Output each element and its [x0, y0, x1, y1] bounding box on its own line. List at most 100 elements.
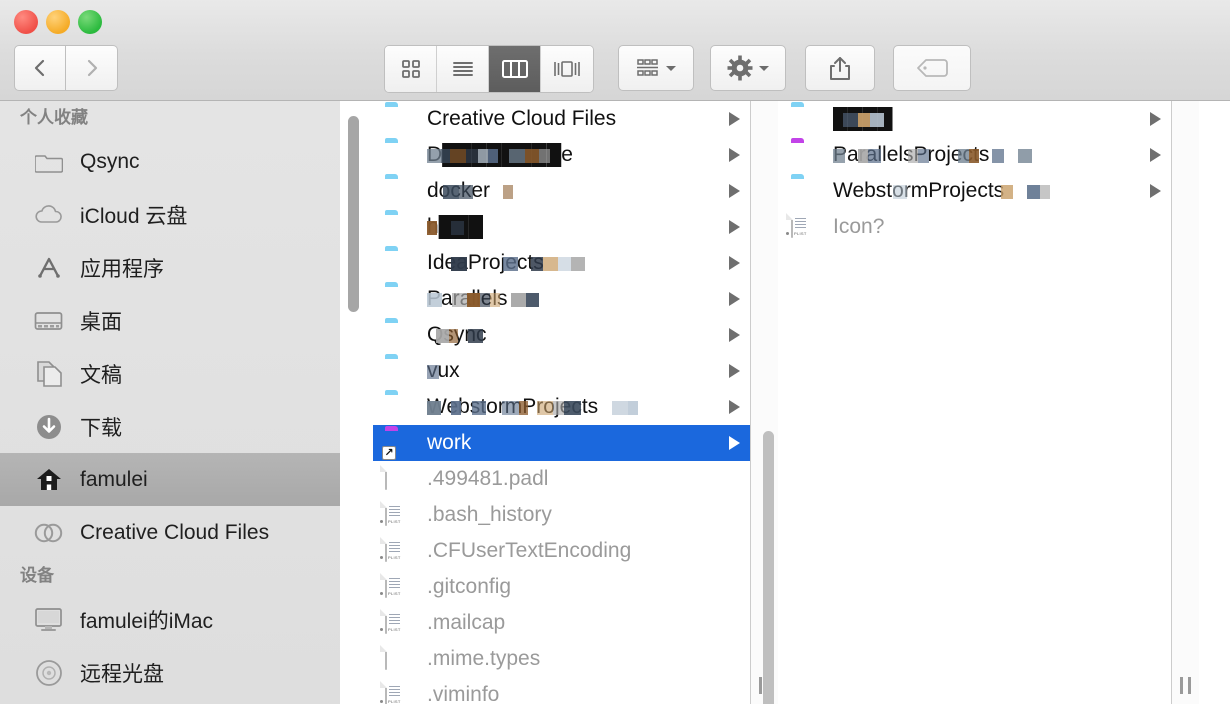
share-button[interactable]: [805, 45, 875, 91]
text-document-icon: PLIST: [380, 681, 415, 704]
redacted-name-overlay: [427, 361, 466, 383]
column-scrollbar[interactable]: [763, 431, 774, 704]
text-document-icon: PLIST: [380, 573, 415, 600]
redacted-name-overlay: [833, 145, 1044, 167]
alias-badge-icon: ↗: [382, 446, 396, 460]
disclosure-arrow-icon[interactable]: [729, 328, 740, 342]
item-name: .viminfo: [427, 683, 500, 704]
column-view: Creative Cloud Files D████████edockerh███…: [373, 101, 1230, 704]
column-row[interactable]: PLIST .CFUserTextEncoding: [373, 533, 750, 569]
column-row[interactable]: Qsync: [373, 317, 750, 353]
sidebar-item-famulei[interactable]: famulei: [0, 453, 340, 506]
disclosure-arrow-icon[interactable]: [729, 364, 740, 378]
column-row[interactable]: PLIST .gitconfig: [373, 569, 750, 605]
sidebar-item-downloads[interactable]: 下载: [0, 400, 340, 453]
column-row[interactable]: WebstormProjects: [373, 389, 750, 425]
back-button[interactable]: [14, 45, 66, 91]
column-row[interactable]: IdeaProjects: [373, 245, 750, 281]
navigation-buttons: [14, 45, 118, 91]
column-row[interactable]: ████: [779, 101, 1171, 137]
column-row[interactable]: .mime.types: [373, 641, 750, 677]
finder-window: 个人收藏 Qsync iCloud 云盘 应用程序 桌面 文稿 下载 famul…: [0, 0, 1230, 704]
item-name: Icon?: [833, 215, 885, 238]
sidebar-item-label: 远程光盘: [80, 662, 164, 686]
blank-document-icon: [385, 645, 415, 672]
view-mode-icon[interactable]: [385, 46, 437, 92]
sidebar-item-applications[interactable]: 应用程序: [0, 241, 340, 294]
sidebar-item-icloud-drive[interactable]: iCloud 云盘: [0, 188, 340, 241]
sidebar-item-remote-disc[interactable]: 远程光盘: [0, 646, 340, 699]
column-row[interactable]: PLIST .viminfo: [373, 677, 750, 704]
disclosure-arrow-icon[interactable]: [729, 256, 740, 270]
action-button[interactable]: [710, 45, 786, 91]
close-button[interactable]: [14, 10, 38, 34]
sidebar-group-title-devices: 设备: [20, 566, 54, 585]
disclosure-arrow-icon[interactable]: [729, 112, 740, 126]
redacted-name-overlay: [427, 217, 477, 239]
imac-icon: [34, 605, 64, 635]
column-row[interactable]: D████████e: [373, 137, 750, 173]
column-row[interactable]: PLIST .mailcap: [373, 605, 750, 641]
redacted-name-overlay: [833, 109, 884, 131]
forward-button[interactable]: [66, 45, 118, 91]
tag-icon: [917, 59, 948, 77]
column-row[interactable]: vux: [373, 353, 750, 389]
column-row[interactable]: .499481.padl: [373, 461, 750, 497]
column-row[interactable]: Parallels: [373, 281, 750, 317]
disclosure-arrow-icon[interactable]: [729, 184, 740, 198]
column-row[interactable]: PLIST Icon?: [779, 209, 1171, 245]
sidebar-item-imac[interactable]: famulei的iMac: [0, 593, 340, 646]
zoom-button[interactable]: [78, 10, 102, 34]
tags-button[interactable]: [893, 45, 971, 91]
sidebar-item-desktop[interactable]: 桌面: [0, 294, 340, 347]
sidebar-item-label: iCloud 云盘: [80, 204, 188, 228]
column-row[interactable]: ParallelsProjects: [779, 137, 1171, 173]
redacted-name-overlay: [833, 181, 1050, 203]
sidebar-scrollbar[interactable]: [348, 116, 359, 312]
item-name: work: [427, 431, 472, 454]
column-row[interactable]: h███: [373, 209, 750, 245]
minimize-button[interactable]: [46, 10, 70, 34]
coverflow-icon: [554, 61, 580, 77]
disclosure-arrow-icon[interactable]: [1150, 112, 1161, 126]
redacted-name-overlay: [427, 397, 638, 419]
sidebar-item-label: 下载: [80, 416, 122, 440]
disclosure-arrow-icon[interactable]: [729, 436, 740, 450]
column-work[interactable]: ████ParallelsProjectsWebstormProjectsPLI…: [779, 101, 1172, 704]
column-resize-handle[interactable]: [1172, 674, 1199, 696]
sidebar-item-documents[interactable]: 文稿: [0, 347, 340, 400]
blue-folder-icon: [385, 142, 415, 168]
column-row[interactable]: Creative Cloud Files: [373, 101, 750, 137]
blue-folder-icon: [385, 106, 415, 132]
view-mode-list[interactable]: [437, 46, 489, 92]
sidebar-item-qsync[interactable]: Qsync: [0, 135, 340, 188]
column-row[interactable]: WebstormProjects: [779, 173, 1171, 209]
sidebar-group-title-favorites: 个人收藏: [20, 108, 88, 127]
disclosure-arrow-icon[interactable]: [729, 148, 740, 162]
disclosure-arrow-icon[interactable]: [1150, 184, 1161, 198]
disclosure-arrow-icon[interactable]: [729, 292, 740, 306]
view-mode-coverflow[interactable]: [541, 46, 593, 92]
column-row[interactable]: docker: [373, 173, 750, 209]
sidebar-item-label: famulei的iMac: [80, 609, 214, 633]
documents-icon: [34, 359, 64, 389]
sidebar-item-creative-cloud-files[interactable]: Creative Cloud Files: [0, 506, 340, 559]
item-name: .499481.padl: [427, 467, 549, 490]
cloud-icon: [34, 200, 64, 230]
column-row[interactable]: PLIST .bash_history: [373, 497, 750, 533]
disclosure-arrow-icon[interactable]: [1150, 148, 1161, 162]
downloads-icon: [34, 412, 64, 442]
column-divider-2: [1172, 101, 1199, 704]
redacted-name-overlay: [427, 325, 483, 347]
disclosure-arrow-icon[interactable]: [729, 400, 740, 414]
disclosure-arrow-icon[interactable]: [729, 220, 740, 234]
purple-folder-icon: [791, 142, 821, 168]
arrange-button[interactable]: [618, 45, 694, 91]
purple-folder-icon: ↗: [382, 430, 415, 460]
item-name: .CFUserTextEncoding: [427, 539, 632, 562]
sidebar[interactable]: 个人收藏 Qsync iCloud 云盘 应用程序 桌面 文稿 下载 famul…: [0, 101, 340, 704]
view-mode-column[interactable]: [489, 46, 541, 92]
column-row[interactable]: ↗ work: [373, 425, 750, 461]
list-icon: [452, 62, 473, 76]
column-home[interactable]: Creative Cloud Files D████████edockerh███…: [373, 101, 751, 704]
